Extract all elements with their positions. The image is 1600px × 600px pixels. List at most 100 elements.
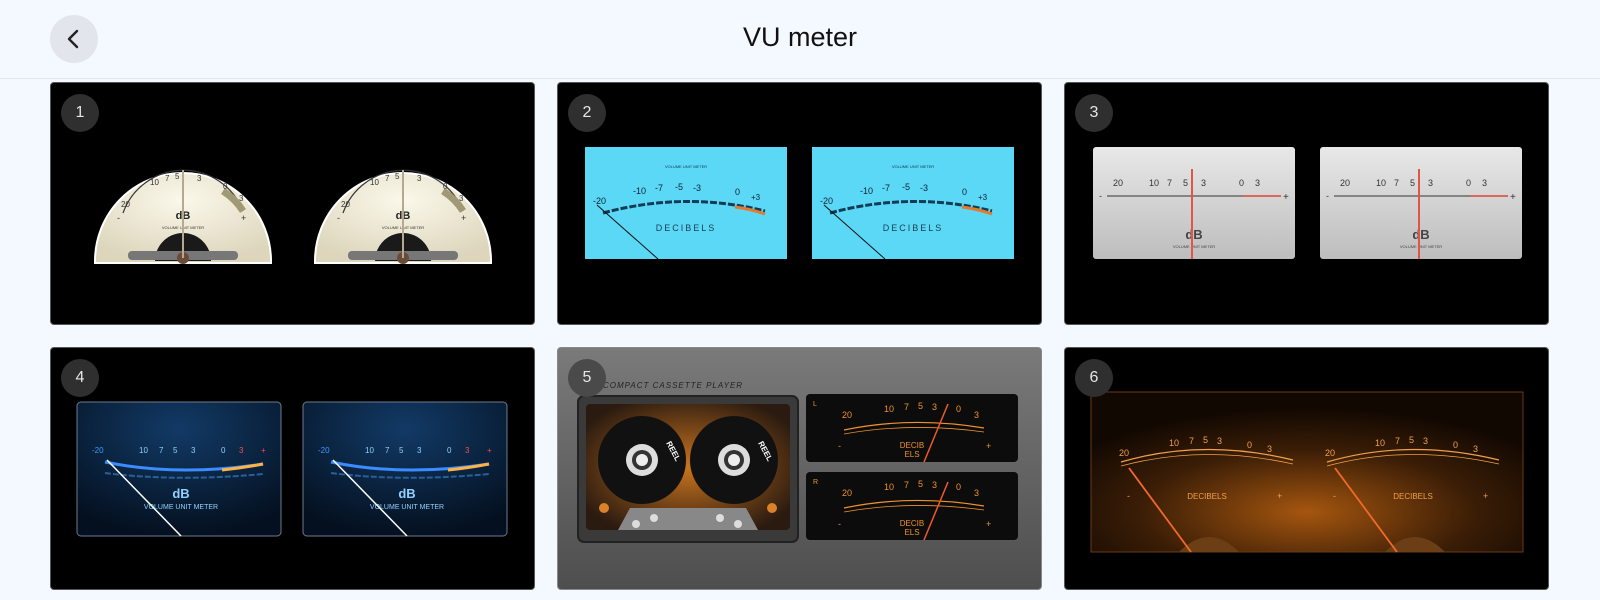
- scale-label: 10: [1376, 178, 1386, 188]
- card-number-badge: 5: [568, 359, 606, 397]
- scale-label: 3: [417, 446, 422, 455]
- scale-label: 5: [1183, 178, 1188, 188]
- scale-label: 10: [139, 446, 148, 455]
- channel-label: R: [813, 479, 818, 486]
- scale-label: 20: [842, 410, 852, 420]
- scale-label: 7: [904, 480, 909, 490]
- scale-label: 7: [1167, 178, 1172, 188]
- scale-label: 3: [1217, 436, 1222, 446]
- scale-label: 7: [1189, 436, 1194, 446]
- scale-label: 3: [974, 410, 979, 420]
- unit-label: dB: [172, 486, 189, 501]
- vu-meter-style-6-card[interactable]: 6 20 10 7 5 3 0 3 - + DECIBELS 20 10 7 5…: [1064, 347, 1549, 590]
- scale-label: 20: [341, 200, 350, 209]
- caption-label: VOLUME UNIT METER: [1400, 244, 1442, 249]
- scale-label: 0: [735, 187, 740, 197]
- scale-label: 3: [1428, 178, 1433, 188]
- scale-label: -: [838, 441, 841, 451]
- scale-label: 3: [417, 174, 422, 183]
- scale-label: 7: [904, 402, 909, 412]
- card-number-badge: 4: [61, 359, 99, 397]
- scale-label: -10: [633, 186, 646, 196]
- scale-label: -3: [920, 183, 928, 193]
- vu-meter-style-2-preview: VOLUME UNIT METER -20 -10 -7 -5 -3 0 +3 …: [585, 147, 1014, 260]
- scale-label: 5: [173, 446, 178, 455]
- scale-label: -5: [675, 182, 683, 192]
- scale-label: -7: [882, 183, 890, 193]
- unit-label: dB: [1185, 227, 1202, 242]
- scale-label: 0: [1453, 440, 1458, 450]
- scale-label: -20: [593, 196, 606, 206]
- vu-meter-style-3-card[interactable]: 3 - + 20 10 7 5 3 0 3 dB VOLUME UNIT MET…: [1064, 82, 1549, 325]
- scale-label: +: [461, 213, 466, 223]
- scale-label: +: [241, 213, 246, 223]
- cassette-graphic: REEL REEL: [577, 395, 799, 543]
- scale-label: +: [1510, 192, 1516, 203]
- scale-label: +3: [978, 193, 988, 202]
- scale-label: 0: [223, 182, 228, 191]
- scale-label: 3: [932, 480, 937, 490]
- scale-label: 3: [1201, 178, 1206, 188]
- scale-label: +: [1483, 491, 1488, 501]
- header: VU meter: [0, 0, 1600, 79]
- scale-label: 7: [385, 174, 390, 183]
- scale-label: -: [117, 213, 120, 223]
- scale-label: 7: [385, 446, 390, 455]
- scale-label: 0: [1239, 178, 1244, 188]
- scale-label: 5: [918, 479, 923, 489]
- scale-label: 3: [1267, 444, 1272, 454]
- unit-label: dB: [1412, 227, 1429, 242]
- scale-label: +3: [751, 193, 761, 202]
- scale-label: -20: [92, 446, 104, 455]
- vu-meter-style-4-card[interactable]: 4 -20 10 7 5 3 0 3 + dB VOLUME UNIT METE…: [50, 347, 535, 590]
- scale-label: 10: [370, 178, 379, 187]
- vu-meter-style-3-preview: - + 20 10 7 5 3 0 3 dB VOLUME UNIT METER…: [1093, 147, 1522, 259]
- scale-label: 0: [447, 446, 452, 455]
- scale-label: -20: [318, 446, 330, 455]
- vu-meter-style-1-card[interactable]: 1 20 10 7 5 3 0 3 - + dB VOLUME UNIT MET…: [50, 82, 535, 325]
- scale-label: -3: [693, 183, 701, 193]
- scale-label: 0: [221, 446, 226, 455]
- scale-label: +: [487, 446, 492, 455]
- scale-label: 10: [365, 446, 374, 455]
- vu-meter-style-5-card[interactable]: 5 COMPACT CASSETTE PLAYER REEL REEL L 20…: [557, 347, 1042, 590]
- scale-label: +: [1283, 192, 1289, 203]
- scale-label: 3: [1482, 178, 1487, 188]
- scale-label: 3: [465, 446, 470, 455]
- scale-label: 0: [1247, 440, 1252, 450]
- scale-label: -7: [655, 183, 663, 193]
- scale-label: -5: [902, 182, 910, 192]
- page-title: VU meter: [742, 22, 858, 52]
- scale-label: 5: [1203, 435, 1208, 445]
- unit-label: dB: [398, 486, 415, 501]
- scale-label: 10: [150, 178, 159, 187]
- scale-label: 10: [1375, 438, 1385, 448]
- scale-label: 10: [884, 482, 894, 492]
- scale-label: 7: [1395, 436, 1400, 446]
- vu-meter-style-2-card[interactable]: 2 VOLUME UNIT METER -20 -10 -7 -5 -3 0 +…: [557, 82, 1042, 325]
- scale-label: +: [1277, 491, 1282, 501]
- unit-label: ELS: [904, 528, 919, 537]
- scale-label: 0: [1466, 178, 1471, 188]
- scale-label: 10: [1169, 438, 1179, 448]
- vu-meter-style-4-preview: -20 10 7 5 3 0 3 + dB VOLUME UNIT METER …: [76, 401, 508, 537]
- caption-label: VOLUME UNIT METER: [1173, 244, 1215, 249]
- scale-label: -10: [860, 186, 873, 196]
- vu-meter-style-5-preview: COMPACT CASSETTE PLAYER REEL REEL L 20 1…: [577, 381, 1018, 543]
- scale-label: 7: [165, 174, 170, 183]
- scale-label: -: [1326, 191, 1329, 201]
- unit-label: ELS: [904, 450, 919, 459]
- card-number-badge: 3: [1075, 94, 1113, 132]
- scale-label: 3: [1255, 178, 1260, 188]
- unit-label: DECIBELS: [656, 223, 717, 233]
- scale-label: 3: [239, 446, 244, 455]
- vu-meter-style-1-preview: 20 10 7 5 3 0 3 - + dB VOLUME UNIT METER…: [94, 169, 492, 264]
- scale-label: 3: [459, 194, 464, 203]
- scale-label: -: [1333, 491, 1336, 501]
- unit-label: DECIBELS: [1393, 492, 1433, 501]
- scale-label: 3: [197, 174, 202, 183]
- scale-label: -: [1099, 191, 1102, 201]
- unit-label: DECIB: [900, 519, 924, 528]
- scale-label: -20: [820, 196, 833, 206]
- scale-label: 0: [956, 404, 961, 414]
